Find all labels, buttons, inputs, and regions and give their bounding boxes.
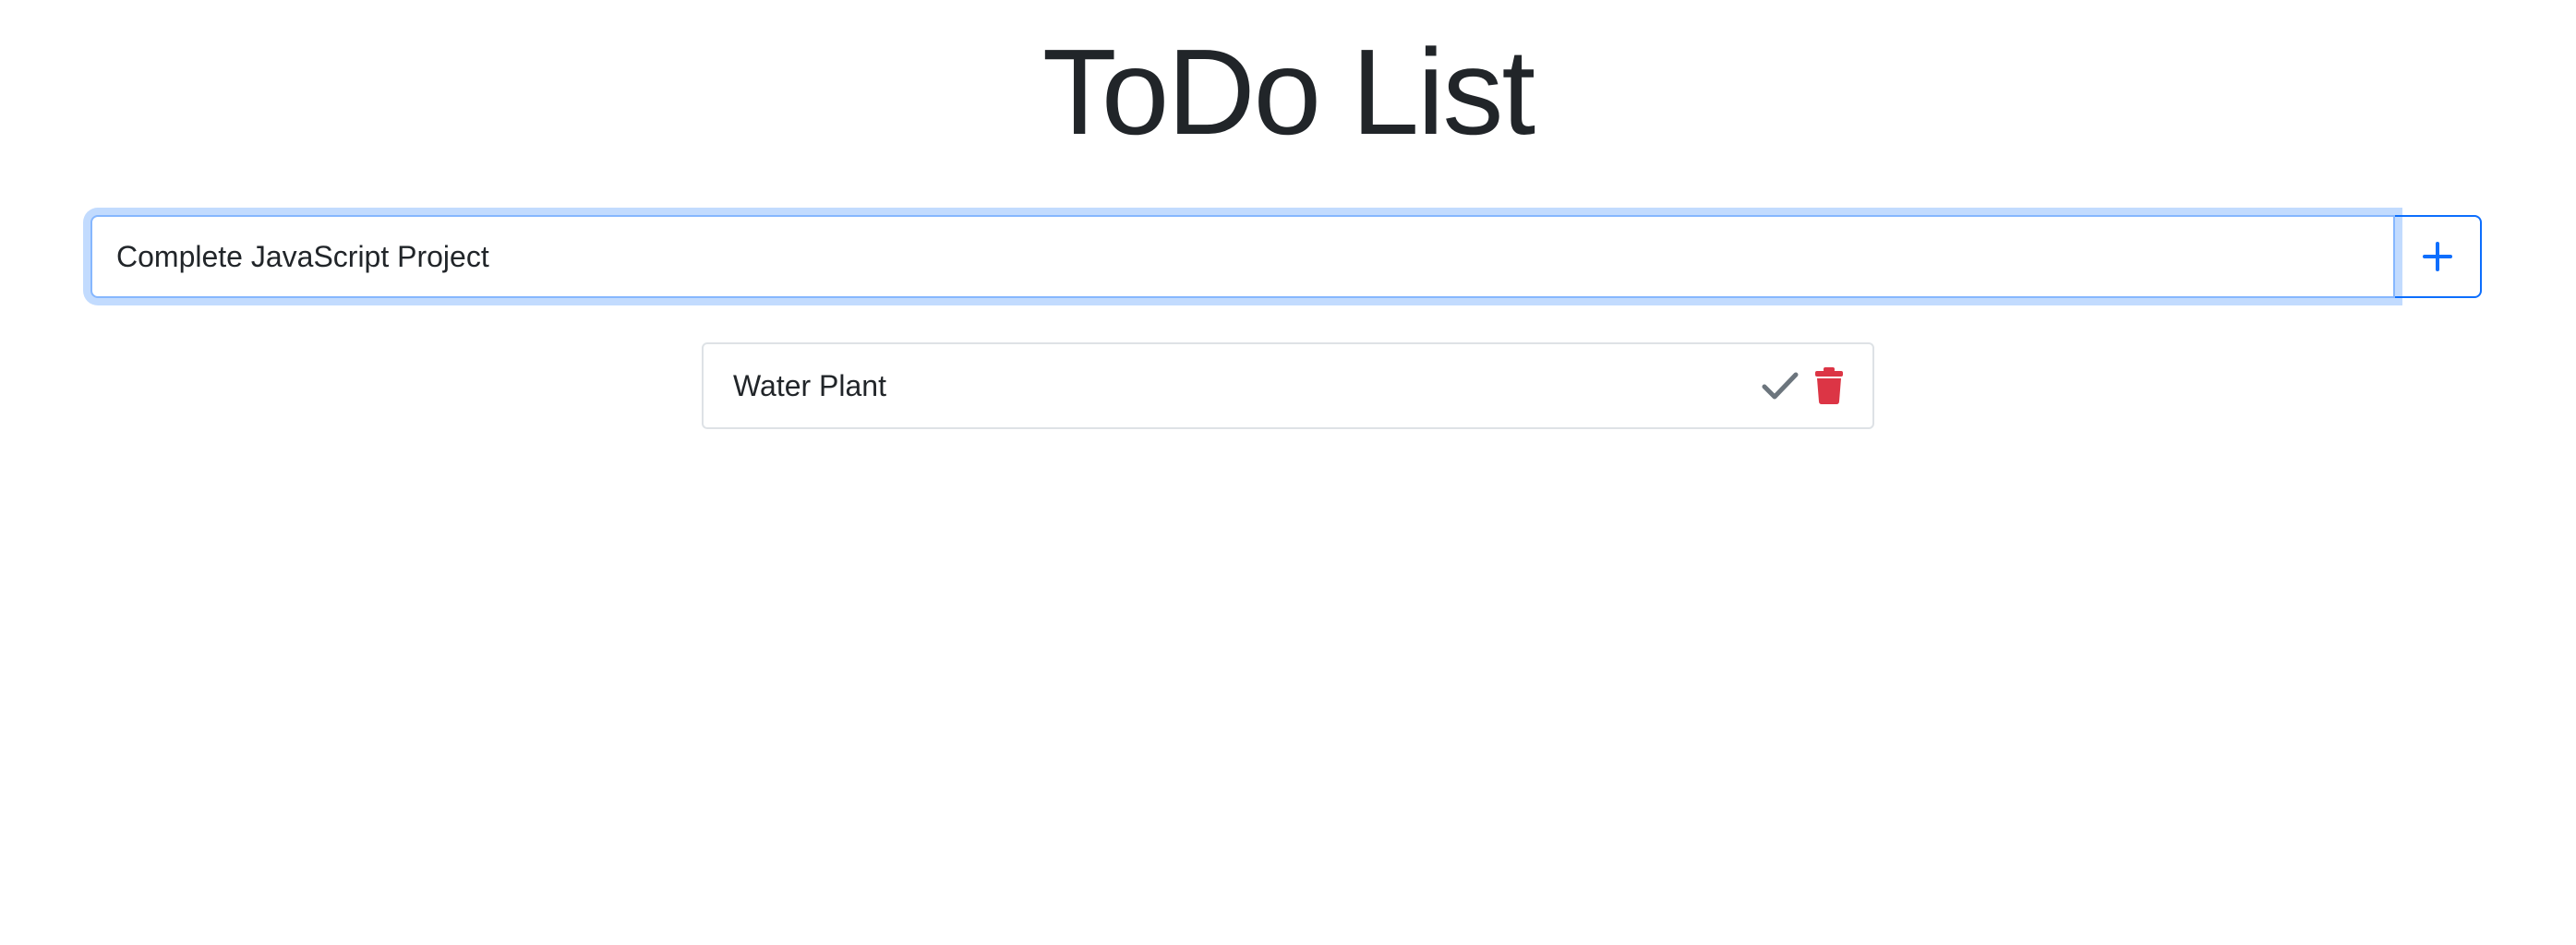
add-todo-form <box>90 215 2484 298</box>
complete-todo-button[interactable] <box>1762 372 1799 400</box>
todo-input[interactable] <box>90 215 2395 298</box>
todo-item: Water Plant <box>702 342 1874 429</box>
page-title: ToDo List <box>1041 24 1535 160</box>
todo-item-text: Water Plant <box>733 368 886 402</box>
delete-todo-button[interactable] <box>1815 367 1843 404</box>
check-icon <box>1762 372 1799 400</box>
todo-list: Water Plant <box>702 342 1874 429</box>
trash-icon <box>1815 367 1843 404</box>
add-todo-button[interactable] <box>2393 215 2482 298</box>
plus-icon <box>2423 242 2452 271</box>
